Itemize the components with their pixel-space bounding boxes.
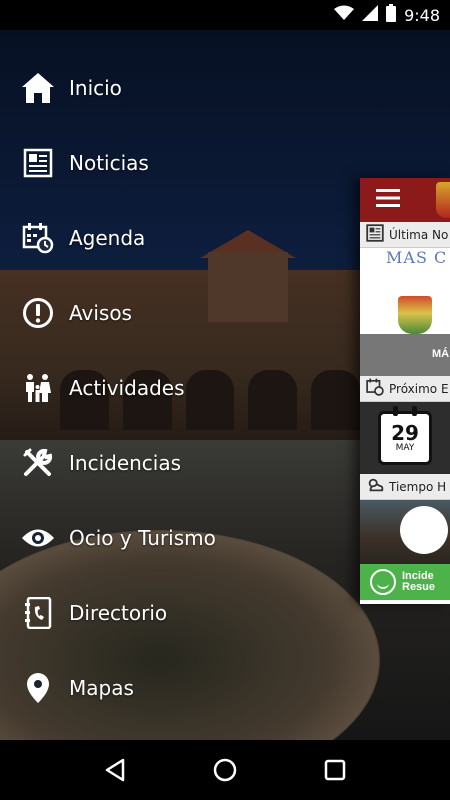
menu-item-incidencias[interactable]: Incidencias bbox=[0, 425, 360, 500]
hamburger-menu-icon[interactable] bbox=[376, 188, 400, 212]
menu-item-ocio-turismo[interactable]: Ocio y Turismo bbox=[0, 500, 360, 575]
incident-line-2: Resue bbox=[402, 581, 436, 593]
sun-icon bbox=[404, 510, 444, 550]
newspaper-icon bbox=[20, 145, 56, 181]
newspaper-icon bbox=[366, 224, 384, 245]
menu-item-actividades[interactable]: Actividades bbox=[0, 350, 360, 425]
news-masthead: MAS C bbox=[386, 248, 448, 267]
menu-item-mapas[interactable]: Mapas bbox=[0, 650, 360, 725]
calendar-clock-icon bbox=[20, 220, 56, 256]
menu-item-label: Directorio bbox=[69, 600, 168, 625]
menu-item-inicio[interactable]: Inicio bbox=[0, 50, 360, 125]
alert-circle-icon bbox=[20, 295, 56, 331]
menu-item-agenda[interactable]: Agenda bbox=[0, 200, 360, 275]
news-section-title: Última No bbox=[389, 227, 449, 242]
drawer-menu: Inicio Noticias Agenda Avisos Actividade… bbox=[0, 50, 360, 725]
menu-item-label: Actividades bbox=[69, 375, 185, 400]
home-circle-icon[interactable] bbox=[205, 750, 245, 790]
app-toolbar bbox=[360, 178, 450, 222]
event-section-header[interactable]: Próximo E bbox=[360, 376, 450, 402]
menu-item-noticias[interactable]: Noticias bbox=[0, 125, 360, 200]
eye-icon bbox=[20, 520, 56, 556]
contact-book-icon bbox=[20, 595, 56, 631]
tools-icon bbox=[20, 445, 56, 481]
event-section-title: Próximo E bbox=[389, 381, 449, 396]
event-day: 29 bbox=[391, 421, 419, 445]
calendar-clock-icon bbox=[366, 378, 384, 399]
menu-item-label: Incidencias bbox=[69, 450, 182, 475]
menu-item-label: Noticias bbox=[69, 150, 149, 175]
menu-item-label: Agenda bbox=[69, 225, 146, 250]
menu-item-avisos[interactable]: Avisos bbox=[0, 275, 360, 350]
menu-item-label: Avisos bbox=[69, 300, 132, 325]
weather-section-header[interactable]: Tiempo H bbox=[360, 474, 450, 500]
wifi-icon bbox=[334, 5, 355, 26]
weather-card[interactable] bbox=[360, 500, 450, 564]
menu-item-directorio[interactable]: Directorio bbox=[0, 575, 360, 650]
recents-icon[interactable] bbox=[315, 750, 355, 790]
news-caption-bar: MÁ bbox=[360, 334, 450, 376]
menu-item-label: Mapas bbox=[69, 675, 134, 700]
back-icon[interactable] bbox=[95, 750, 135, 790]
family-icon bbox=[20, 370, 56, 406]
status-time: 9:48 bbox=[404, 5, 440, 25]
main-content-preview[interactable]: Última No MAS C MÁ Próximo E 29 MAY Tiem… bbox=[360, 178, 450, 604]
coat-of-arms-logo bbox=[436, 182, 450, 218]
event-month: MAY bbox=[395, 443, 415, 453]
smiley-icon bbox=[370, 569, 396, 595]
coat-of-arms-image bbox=[398, 296, 432, 334]
partly-cloudy-icon bbox=[366, 477, 384, 496]
weather-section-title: Tiempo H bbox=[389, 479, 447, 494]
news-section-header[interactable]: Última No bbox=[360, 222, 450, 248]
news-image[interactable]: MAS C bbox=[360, 248, 450, 334]
system-nav-bar bbox=[0, 740, 450, 800]
incident-resolved-bar[interactable]: Incide Resue bbox=[360, 564, 450, 600]
news-caption-text: MÁ bbox=[432, 348, 450, 360]
map-pin-icon bbox=[20, 670, 56, 706]
battery-icon bbox=[386, 3, 397, 27]
menu-item-label: Ocio y Turismo bbox=[69, 525, 216, 550]
signal-icon bbox=[362, 4, 379, 26]
calendar-date-icon: 29 MAY bbox=[378, 406, 432, 465]
menu-item-label: Inicio bbox=[69, 75, 122, 100]
next-event-card[interactable]: 29 MAY bbox=[360, 402, 450, 474]
home-icon bbox=[20, 70, 56, 106]
status-bar: 9:48 bbox=[0, 0, 450, 30]
